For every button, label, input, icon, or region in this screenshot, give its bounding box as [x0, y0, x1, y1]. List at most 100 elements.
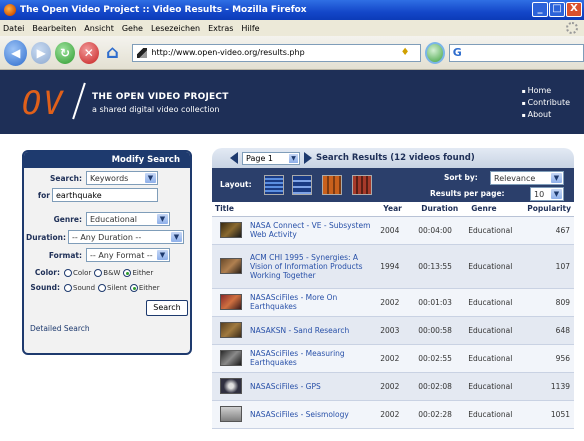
search-button[interactable]: Search — [146, 300, 188, 316]
sort-label: Sort by: — [444, 173, 478, 182]
search-type-select[interactable]: Keywords ▼ — [86, 171, 158, 185]
color-radio-color[interactable]: Color — [64, 268, 91, 277]
firefox-icon — [4, 4, 16, 16]
video-genre: Educational — [468, 400, 525, 429]
radio-label: Either — [138, 283, 160, 292]
detailed-search-link[interactable]: Detailed Search — [30, 324, 90, 333]
column-popularity[interactable]: Popularity — [524, 202, 574, 217]
back-button[interactable]: ◀ — [4, 39, 28, 66]
menu-hilfe[interactable]: Hilfe — [241, 24, 259, 33]
table-row[interactable]: NASASciFiles - Measuring Earthquakes 200… — [212, 344, 574, 373]
menu-gehe[interactable]: Gehe — [122, 24, 143, 33]
sound-radio-silent[interactable]: Silent — [98, 283, 127, 292]
video-genre: Educational — [468, 316, 525, 345]
forward-button[interactable]: ▶ — [31, 41, 52, 64]
google-icon: G — [452, 46, 462, 59]
nav-home[interactable]: Home — [522, 85, 570, 97]
detail-layout-icon[interactable] — [292, 175, 312, 195]
search-type-value: Keywords — [90, 173, 129, 183]
video-duration: 00:02:55 — [418, 344, 469, 373]
column-genre[interactable]: Genre — [468, 202, 525, 217]
sort-select[interactable]: Relevance ▼ — [490, 171, 564, 185]
stop-button[interactable]: ✕ — [78, 41, 99, 64]
reload-button[interactable]: ↻ — [55, 41, 75, 64]
menu-ansicht[interactable]: Ansicht — [84, 24, 114, 33]
column-year[interactable]: Year — [380, 202, 419, 217]
video-thumbnail[interactable] — [220, 258, 242, 274]
video-title-link[interactable]: NASAKSN - Sand Research — [246, 316, 381, 345]
video-title-link[interactable]: NASASciFiles - Measuring Earthquakes — [246, 344, 381, 373]
results-table: Title Year Duration Genre Popularity NAS… — [212, 202, 574, 429]
radio-icon — [64, 268, 72, 277]
close-button[interactable]: X — [566, 2, 582, 17]
nav-about[interactable]: About — [522, 109, 570, 121]
menu-lesezeichen[interactable]: Lesezeichen — [151, 24, 200, 33]
video-thumbnail[interactable] — [220, 350, 242, 366]
site-logo[interactable]: OV — [22, 84, 65, 122]
video-thumbnail[interactable] — [220, 406, 242, 422]
genre-select[interactable]: Educational ▼ — [86, 212, 170, 226]
table-row[interactable]: NASA Connect - VE - Subsystem Web Activi… — [212, 216, 574, 245]
storyboard-layout-icon[interactable] — [352, 175, 372, 195]
grid-layout-icon[interactable] — [322, 175, 342, 195]
video-year: 2002 — [380, 372, 419, 401]
menu-extras[interactable]: Extras — [208, 24, 233, 33]
video-thumbnail[interactable] — [220, 322, 242, 338]
video-thumbnail[interactable] — [220, 294, 242, 310]
web-search-box[interactable]: G — [448, 43, 584, 62]
dropdown-icon[interactable]: ♦ — [401, 47, 410, 58]
list-layout-icon[interactable] — [264, 175, 284, 195]
column-title[interactable]: Title — [212, 202, 381, 217]
layout-sort-bar: Layout: Sort by: Relevance ▼ Results per… — [212, 168, 574, 202]
table-row[interactable]: NASASciFiles - More On Earthquakes 2002 … — [212, 288, 574, 317]
next-page-icon[interactable] — [304, 152, 312, 164]
maximize-button[interactable]: □ — [549, 2, 565, 17]
sound-radio-sound[interactable]: Sound — [64, 283, 95, 292]
page-select[interactable]: Page 1 ▼ — [242, 151, 300, 165]
video-thumbnail[interactable] — [220, 378, 242, 394]
previous-page-icon[interactable] — [230, 152, 238, 164]
site-title: THE OPEN VIDEO PROJECT — [92, 92, 229, 102]
table-row[interactable]: NASASciFiles - GPS 2002 00:02:08 Educati… — [212, 372, 574, 401]
column-duration[interactable]: Duration — [418, 202, 469, 217]
color-radio-bw[interactable]: B&W — [94, 268, 120, 277]
color-radio-either[interactable]: Either — [123, 268, 153, 277]
radio-icon — [98, 283, 107, 292]
video-title-link[interactable]: NASASciFiles - Seismology — [246, 400, 381, 429]
minimize-button[interactable]: _ — [532, 2, 548, 17]
home-button[interactable]: ⌂ — [103, 42, 123, 64]
video-genre: Educational — [468, 372, 525, 401]
duration-select[interactable]: -- Any Duration -- ▼ — [68, 230, 184, 244]
format-select[interactable]: -- Any Format -- ▼ — [86, 248, 170, 262]
home-icon: ⌂ — [106, 42, 119, 63]
video-title-link[interactable]: ACM CHI 1995 - Synergies: A Vision of In… — [246, 244, 381, 289]
radio-selected-icon — [123, 268, 132, 277]
video-genre: Educational — [468, 344, 525, 373]
address-bar[interactable]: http://www.open-video.org/results.php ♦ — [132, 43, 421, 62]
table-row[interactable]: NASASciFiles - Seismology 2002 00:02:28 … — [212, 400, 574, 429]
menu-datei[interactable]: Datei — [3, 24, 24, 33]
video-title-link[interactable]: NASASciFiles - GPS — [246, 372, 381, 401]
menu-bar: Datei Bearbeiten Ansicht Gehe Lesezeiche… — [0, 20, 584, 36]
site-header: OV THE OPEN VIDEO PROJECT a shared digit… — [0, 70, 584, 134]
query-input[interactable]: earthquake — [52, 188, 158, 202]
video-genre: Educational — [468, 216, 525, 245]
video-title-link[interactable]: NASASciFiles - More On Earthquakes — [246, 288, 381, 317]
top-nav: Home Contribute About — [522, 85, 570, 121]
go-button[interactable] — [424, 41, 445, 64]
table-row[interactable]: ACM CHI 1995 - Synergies: A Vision of In… — [212, 244, 574, 289]
page-value: Page 1 — [246, 153, 273, 163]
window-titlebar: The Open Video Project :: Video Results … — [0, 0, 584, 20]
table-row[interactable]: NASAKSN - Sand Research 2003 00:00:58 Ed… — [212, 316, 574, 345]
results-per-page-select[interactable]: 10 ▼ — [530, 187, 564, 201]
web-page: OV THE OPEN VIDEO PROJECT a shared digit… — [0, 70, 584, 441]
menu-bearbeiten[interactable]: Bearbeiten — [32, 24, 76, 33]
color-label: Color: — [34, 268, 60, 277]
nav-contribute[interactable]: Contribute — [522, 97, 570, 109]
back-arrow-icon: ◀ — [11, 45, 21, 60]
video-year: 2002 — [380, 288, 419, 317]
video-thumbnail[interactable] — [220, 222, 242, 238]
video-title-link[interactable]: NASA Connect - VE - Subsystem Web Activi… — [246, 216, 381, 245]
sound-radio-either[interactable]: Either — [129, 283, 160, 292]
results-pagination-bar: Page 1 ▼ Search Results (12 videos found… — [212, 148, 574, 168]
